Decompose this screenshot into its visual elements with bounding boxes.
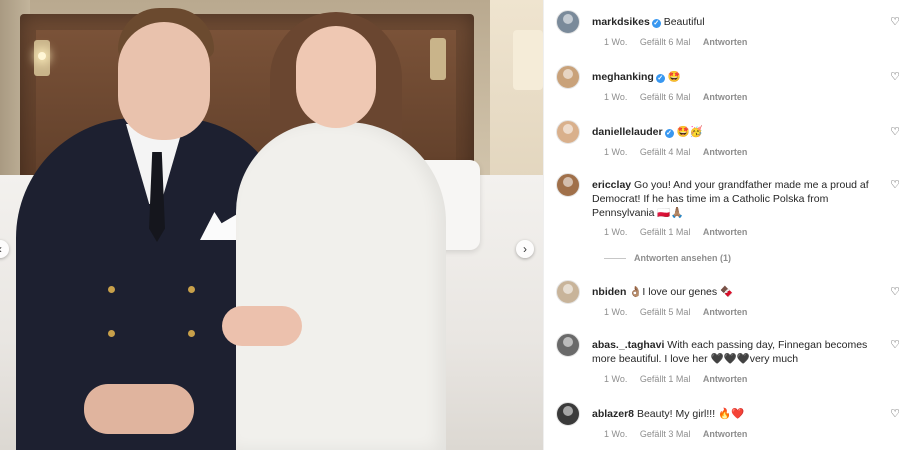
comment-meta: 1 Wo. Gefällt 4 Mal Antworten [604,147,757,157]
comment-likes[interactable]: Gefällt 6 Mal [640,92,691,102]
comment-meta: 1 Wo. Gefällt 6 Mal Antworten [604,92,757,102]
avatar[interactable] [556,10,580,34]
comment-text: 👌🏽I love our genes 🍫 [629,286,734,298]
next-photo-button[interactable]: › [516,240,534,258]
lamp-shade [513,30,543,90]
comment-meta: 1 Wo. Gefällt 1 Mal Antworten [604,374,757,384]
reply-button[interactable]: Antworten [703,37,748,47]
reply-button[interactable]: Antworten [703,147,748,157]
heart-icon[interactable]: ♡ [889,339,900,351]
comment-username[interactable]: ablazer8 [592,408,634,420]
comment-username[interactable]: daniellelauder [592,126,663,138]
avatar[interactable] [556,65,580,89]
avatar[interactable] [556,333,580,357]
comment-time[interactable]: 1 Wo. [604,374,627,384]
comment-username[interactable]: nbiden [592,286,626,298]
heart-icon[interactable]: ♡ [889,71,900,83]
avatar[interactable] [556,173,580,197]
heart-icon[interactable]: ♡ [889,126,900,138]
comment-meta: 1 Wo. Gefällt 5 Mal Antworten [604,307,757,317]
avatar[interactable] [556,280,580,304]
comment-text: Beauty! My girl!!! 🔥❤️ [636,408,745,420]
comment-text: 🤩 [667,71,681,83]
comment-username[interactable]: markdsikes [592,16,650,28]
comment-meta: 1 Wo. Gefällt 3 Mal Antworten [604,429,757,439]
heart-icon[interactable]: ♡ [889,286,900,298]
comment-text: Go you! And your grandfather made me a p… [592,179,869,219]
verified-badge-icon: ✓ [651,19,661,28]
reply-button[interactable]: Antworten [703,227,748,237]
heart-icon[interactable]: ♡ [889,16,900,28]
comment-likes[interactable]: Gefällt 4 Mal [640,147,691,157]
reply-button[interactable]: Antworten [703,307,748,317]
view-replies-label: Antworten ansehen (1) [634,253,732,263]
heart-icon[interactable]: ♡ [889,408,900,420]
post-photo[interactable]: ‹ › [0,0,543,450]
woman-face [296,26,376,128]
comment-text: 🤩🥳 [676,126,703,138]
comment-time[interactable]: 1 Wo. [604,307,627,317]
view-replies-button[interactable]: Antworten ansehen (1) [604,253,731,263]
lamp-right [430,38,446,80]
man-face [118,22,210,140]
avatar[interactable] [556,402,580,426]
replies-divider [604,258,626,260]
comment-meta: 1 Wo. Gefällt 6 Mal Antworten [604,37,757,47]
man-hands [84,384,194,434]
comment-username[interactable]: meghanking [592,71,654,83]
comments-panel[interactable]: markdsikes ✓ Beautiful 1 Wo. Gefällt 6 Ma… [543,0,900,450]
comment-time[interactable]: 1 Wo. [604,147,627,157]
woman-white-suit [236,122,446,450]
comment-time[interactable]: 1 Wo. [604,37,627,47]
comment-time[interactable]: 1 Wo. [604,227,627,237]
comment-text: Beautiful [663,16,705,28]
woman-hand [222,306,302,346]
comment-likes[interactable]: Gefällt 1 Mal [640,374,691,384]
avatar[interactable] [556,120,580,144]
comment-likes[interactable]: Gefällt 3 Mal [640,429,691,439]
comment-likes[interactable]: Gefällt 6 Mal [640,37,691,47]
comment-time[interactable]: 1 Wo. [604,92,627,102]
reply-button[interactable]: Antworten [703,92,748,102]
comment-meta: 1 Wo. Gefällt 1 Mal Antworten [604,227,757,237]
comment-time[interactable]: 1 Wo. [604,429,627,439]
comment-username[interactable]: ericclay [592,179,631,191]
verified-badge-icon: ✓ [655,74,665,83]
comment-likes[interactable]: Gefällt 1 Mal [640,227,691,237]
comment-username[interactable]: abas._.taghavi [592,339,664,351]
comment-likes[interactable]: Gefällt 5 Mal [640,307,691,317]
verified-badge-icon: ✓ [664,129,674,138]
suit-buttons [108,286,208,346]
reply-button[interactable]: Antworten [703,374,748,384]
reply-button[interactable]: Antworten [703,429,748,439]
heart-icon[interactable]: ♡ [889,179,900,191]
lamp-left [34,40,50,76]
